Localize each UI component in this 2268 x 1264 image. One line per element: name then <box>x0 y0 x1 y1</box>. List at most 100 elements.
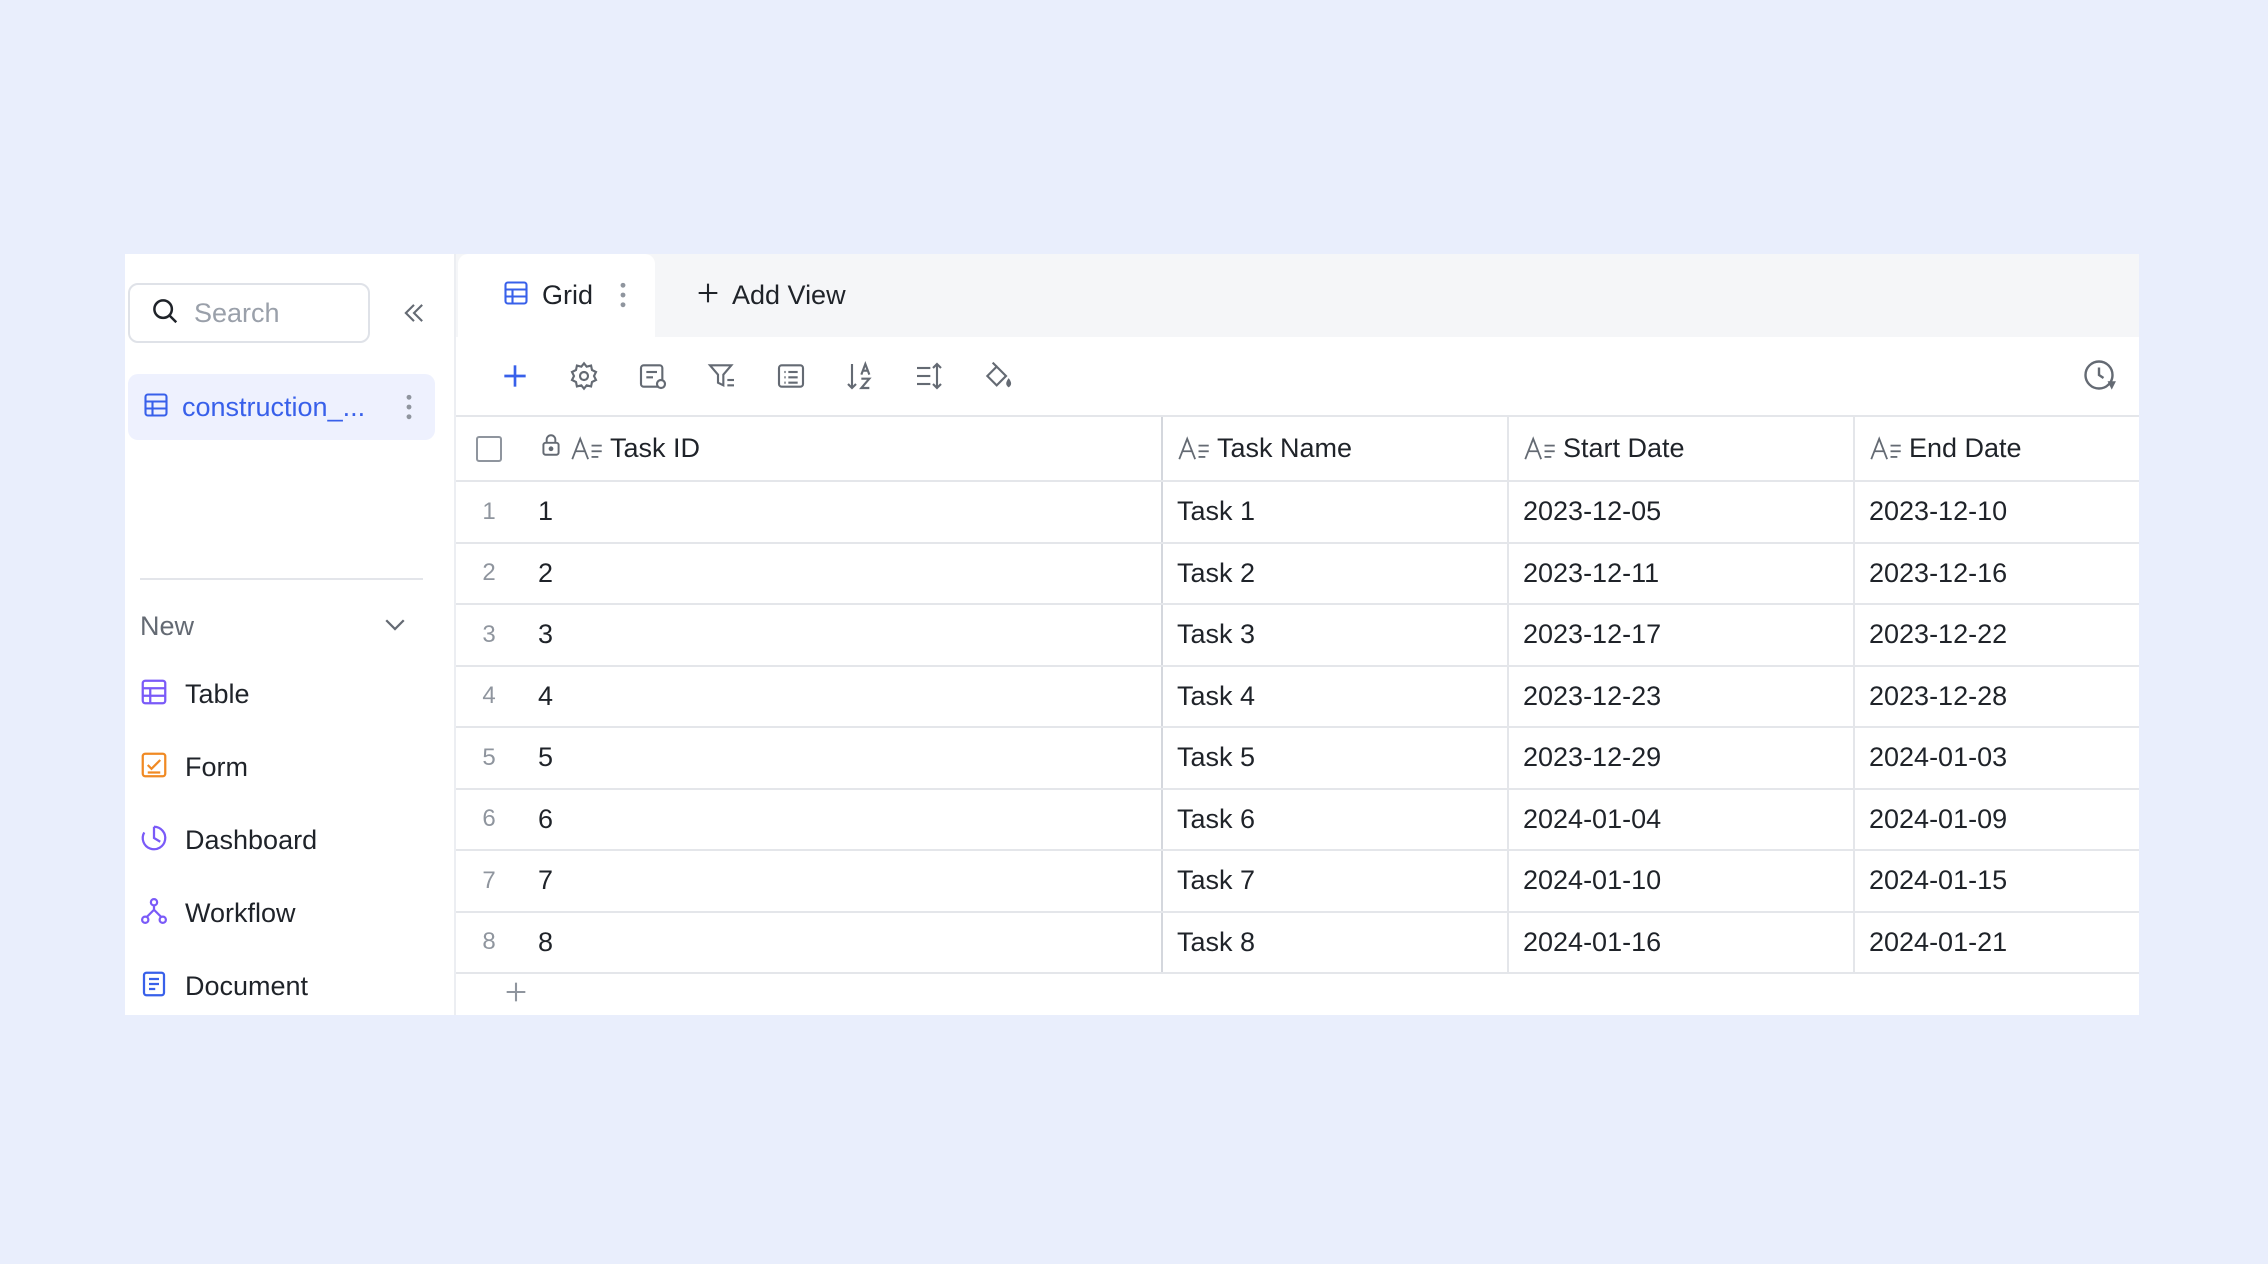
column-header-task-name[interactable]: Task Name <box>1163 417 1509 480</box>
end-date-cell[interactable]: 2023-12-22 <box>1855 605 2139 665</box>
table-row[interactable]: 1 1 Task 1 2023-12-05 2023-12-10 <box>456 482 2139 544</box>
add-row-button[interactable] <box>456 974 2139 1014</box>
new-table-item[interactable]: Table <box>139 658 317 731</box>
start-date-cell[interactable]: 2024-01-10 <box>1509 851 1855 911</box>
column-title: Task Name <box>1217 433 1353 463</box>
row-height-icon[interactable] <box>912 359 946 393</box>
row-index: 2 <box>482 559 496 587</box>
workflow-icon <box>139 896 169 931</box>
field-settings-icon[interactable] <box>636 359 670 393</box>
select-all-cell <box>456 417 522 480</box>
table-row[interactable]: 4 4 Task 4 2023-12-23 2023-12-28 <box>456 666 2139 728</box>
end-date-cell[interactable]: 2024-01-03 <box>1855 728 2139 788</box>
task-id-cell[interactable]: 4 <box>522 666 1163 726</box>
table-icon <box>139 677 169 712</box>
more-options-icon[interactable] <box>405 394 413 425</box>
start-date-cell[interactable]: 2023-12-11 <box>1509 543 1855 603</box>
task-name-cell[interactable]: Task 2 <box>1163 543 1509 603</box>
task-name-cell[interactable]: Task 7 <box>1163 851 1509 911</box>
end-date-cell[interactable]: 2024-01-21 <box>1855 913 2139 973</box>
task-id-cell[interactable]: 5 <box>522 728 1163 788</box>
start-date-cell[interactable]: 2024-01-04 <box>1509 789 1855 849</box>
end-date-cell[interactable]: 2024-01-09 <box>1855 790 2139 850</box>
color-fill-icon[interactable] <box>981 359 1015 393</box>
new-document-item[interactable]: Document <box>139 950 317 1015</box>
table-row[interactable]: 7 7 Task 7 2024-01-10 2024-01-15 <box>456 851 2139 913</box>
start-date-cell[interactable]: 2024-01-16 <box>1509 912 1855 972</box>
task-id-cell[interactable]: 2 <box>522 543 1163 603</box>
end-date-cell[interactable]: 2023-12-16 <box>1855 544 2139 604</box>
row-index: 3 <box>482 620 496 648</box>
table-row[interactable]: 2 2 Task 2 2023-12-11 2023-12-16 <box>456 543 2139 605</box>
row-index: 4 <box>482 682 496 710</box>
dashboard-icon <box>139 823 169 858</box>
task-name-cell[interactable]: Task 1 <box>1163 482 1509 542</box>
sidebar-divider <box>140 578 423 580</box>
column-header-end-date[interactable]: End Date <box>1855 417 2139 480</box>
task-name-cell[interactable]: Task 3 <box>1163 605 1509 665</box>
app-window: construction_... New Table F <box>125 254 2139 1015</box>
view-tabbar: Grid Add View <box>456 254 2139 337</box>
tab-grid[interactable]: Grid <box>458 254 655 337</box>
start-date-cell[interactable]: 2023-12-23 <box>1509 666 1855 726</box>
column-header-start-date[interactable]: Start Date <box>1509 417 1855 480</box>
plus-icon <box>694 279 722 312</box>
search-input[interactable] <box>194 297 354 329</box>
table-row[interactable]: 6 6 Task 6 2024-01-04 2024-01-09 <box>456 789 2139 851</box>
add-view-label: Add View <box>732 280 846 310</box>
add-view-button[interactable]: Add View <box>694 254 846 337</box>
task-id-cell[interactable]: 7 <box>522 851 1163 911</box>
column-title: Task ID <box>610 433 701 463</box>
end-date-cell[interactable]: 2024-01-15 <box>1855 851 2139 911</box>
new-dashboard-item[interactable]: Dashboard <box>139 804 317 877</box>
table-row[interactable]: 8 8 Task 8 2024-01-16 2024-01-21 <box>456 912 2139 974</box>
column-title: End Date <box>1909 433 2022 463</box>
task-name-cell[interactable]: Task 6 <box>1163 789 1509 849</box>
start-date-cell[interactable]: 2023-12-29 <box>1509 728 1855 788</box>
task-name-cell[interactable]: Task 4 <box>1163 666 1509 726</box>
start-date-cell[interactable]: 2023-12-05 <box>1509 482 1855 542</box>
plus-icon <box>502 978 530 1011</box>
table-row[interactable]: 3 3 Task 3 2023-12-17 2023-12-22 <box>456 605 2139 667</box>
text-field-icon <box>570 435 604 462</box>
document-icon <box>139 969 169 1004</box>
start-date-cell[interactable]: 2023-12-17 <box>1509 605 1855 665</box>
sidebar-item-base[interactable]: construction_... <box>128 374 435 440</box>
end-date-cell[interactable]: 2023-12-28 <box>1855 667 2139 727</box>
group-icon[interactable] <box>774 359 808 393</box>
add-record-icon[interactable] <box>498 359 532 393</box>
text-field-icon <box>1869 435 1903 462</box>
task-id-cell[interactable]: 8 <box>522 912 1163 972</box>
new-item-label: Workflow <box>185 898 296 928</box>
sort-icon[interactable] <box>843 359 877 393</box>
column-header-task-id[interactable]: Task ID <box>522 417 1163 480</box>
new-workflow-item[interactable]: Workflow <box>139 877 317 950</box>
new-items-list: Table Form Dashboard Workflow Document <box>139 658 317 1015</box>
select-all-checkbox[interactable] <box>476 435 502 462</box>
table-row[interactable]: 5 5 Task 5 2023-12-29 2024-01-03 <box>456 728 2139 790</box>
text-field-icon <box>1523 435 1557 462</box>
task-id-cell[interactable]: 1 <box>522 482 1163 542</box>
task-name-cell[interactable]: Task 8 <box>1163 912 1509 972</box>
task-name-cell[interactable]: Task 5 <box>1163 728 1509 788</box>
new-item-label: Dashboard <box>185 825 318 855</box>
end-date-cell[interactable]: 2023-12-10 <box>1855 482 2139 542</box>
filter-icon[interactable] <box>705 359 739 393</box>
toolbar <box>456 337 2139 415</box>
new-form-item[interactable]: Form <box>139 731 317 804</box>
grid-header-row: Task ID Task Name Start Date End Date <box>456 415 2139 482</box>
table-icon <box>142 391 170 424</box>
chevron-down-icon <box>380 609 410 644</box>
new-section-toggle[interactable]: New <box>140 606 410 646</box>
history-icon[interactable] <box>2081 357 2117 393</box>
task-id-cell[interactable]: 3 <box>522 605 1163 665</box>
sidebar: construction_... New Table F <box>125 254 456 1015</box>
collapse-sidebar-icon[interactable] <box>397 296 431 330</box>
text-field-icon <box>1177 435 1211 462</box>
settings-icon[interactable] <box>567 359 601 393</box>
column-title: Start Date <box>1563 433 1685 463</box>
search-box[interactable] <box>128 283 370 343</box>
row-index: 6 <box>482 805 496 833</box>
task-id-cell[interactable]: 6 <box>522 789 1163 849</box>
tab-more-icon[interactable] <box>619 282 627 313</box>
